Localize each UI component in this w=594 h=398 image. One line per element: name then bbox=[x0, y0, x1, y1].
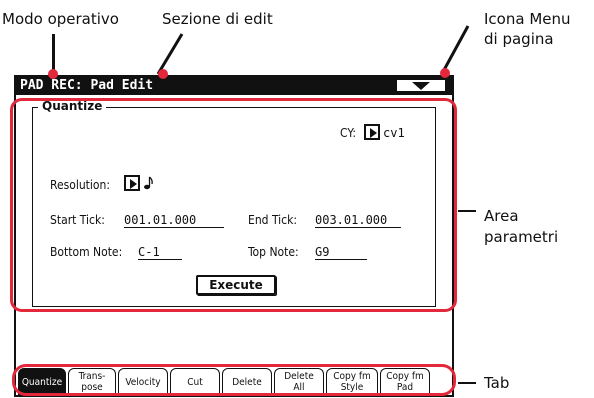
annotation-mode: Modo operativo bbox=[2, 10, 119, 28]
annotation-tab-line bbox=[458, 382, 476, 384]
annotation-param-area-line1: Area bbox=[484, 207, 519, 225]
title-bar: PAD REC: Pad Edit bbox=[16, 77, 452, 95]
annotation-edit-section: Sezione di edit bbox=[162, 10, 273, 28]
mode-marker bbox=[48, 69, 58, 79]
page-menu-button[interactable] bbox=[396, 79, 446, 92]
edit-section-marker bbox=[158, 69, 168, 79]
annotation-menu-icon-line2: di pagina bbox=[484, 30, 554, 48]
tab-area-highlight bbox=[12, 364, 456, 396]
annotation-param-area-line2: parametri bbox=[484, 228, 559, 246]
annotation-menu-icon-line1: Icona Menu bbox=[484, 10, 571, 28]
annotation-tab: Tab bbox=[484, 374, 510, 392]
page-title: PAD REC: Pad Edit bbox=[20, 78, 154, 93]
annotation-mode-line bbox=[52, 34, 55, 74]
triangle-down-icon bbox=[412, 82, 430, 90]
menu-icon-marker bbox=[440, 68, 450, 78]
parameter-area-highlight bbox=[10, 98, 457, 312]
annotation-param-area-line bbox=[458, 210, 476, 212]
